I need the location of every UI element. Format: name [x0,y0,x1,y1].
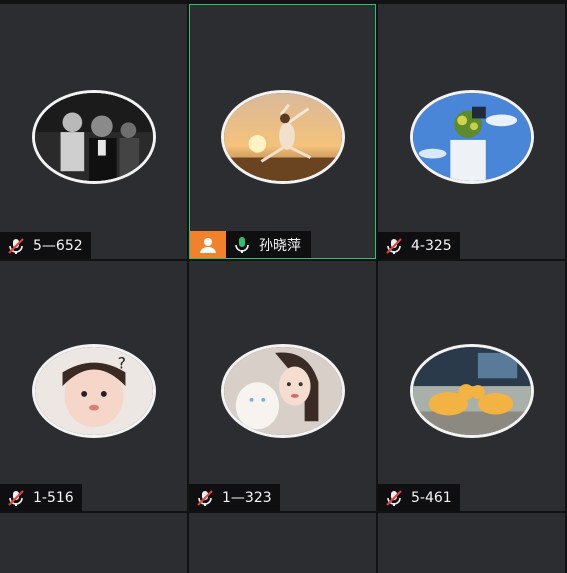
participant-tile-partial[interactable] [378,513,565,573]
participant-tile[interactable]: ? 1-516 [0,261,187,511]
mic-muted-icon[interactable] [194,487,216,509]
participant-tile[interactable]: 5-461 [378,261,565,511]
participant-name-tag: 4-325 [378,232,460,259]
participant-tile-partial[interactable] [189,513,376,573]
mic-on-icon[interactable] [231,234,253,256]
participant-avatar [409,89,534,184]
video-grid: 5—652 孙晓萍 4-325 ? 1-516 1—323 5-461 [0,0,567,573]
participant-name: 1—323 [222,489,272,506]
participant-tile-partial[interactable] [0,513,187,573]
participant-tile-active[interactable]: 孙晓萍 [189,4,376,259]
host-user-icon [190,231,226,258]
participant-name-tag: 1—323 [189,484,280,511]
mic-muted-icon[interactable] [5,235,27,257]
participant-name-tag: 5-461 [378,484,460,511]
mic-muted-icon[interactable] [5,487,27,509]
mic-muted-icon[interactable] [383,235,405,257]
participant-name-tag: 5—652 [0,232,91,259]
participant-avatar [31,89,156,184]
participant-avatar [220,89,345,184]
participant-tile[interactable]: 5—652 [0,4,187,259]
participant-name: 5-461 [411,489,452,506]
participant-avatar: ? [31,344,156,438]
participant-name: 5—652 [33,237,83,254]
participant-tile[interactable]: 4-325 [378,4,565,259]
participant-tile[interactable]: 1—323 [189,261,376,511]
participant-avatar [220,344,345,438]
participant-avatar [409,344,534,438]
svg-text:?: ? [117,354,125,373]
participant-name-tag: 孙晓萍 [190,231,311,258]
participant-name: 1-516 [33,489,74,506]
participant-name: 4-325 [411,237,452,254]
participant-name: 孙晓萍 [259,237,301,254]
mic-muted-icon[interactable] [383,487,405,509]
participant-name-tag: 1-516 [0,484,82,511]
